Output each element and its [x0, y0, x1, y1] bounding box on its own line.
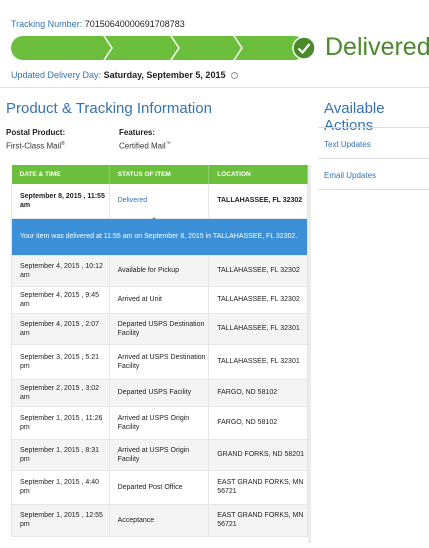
- postal-product-value: First-Class Mail®: [6, 141, 65, 151]
- action-divider: [318, 127, 429, 128]
- text-updates-link[interactable]: Text Updates: [324, 140, 371, 149]
- header-location: LOCATION: [208, 165, 308, 184]
- row-date: September 4, 2015 , 9:45 am: [11, 286, 110, 314]
- table-row[interactable]: September 1, 2015 , 11:26 pm Arrived at U…: [11, 406, 308, 440]
- header-date-time: DATE & TIME: [11, 165, 110, 184]
- progress-fill: [11, 36, 306, 60]
- row-status: Arrived at USPS Origin Facility: [109, 406, 210, 440]
- banner-pointer: [149, 217, 159, 223]
- table-row[interactable]: September 1, 2015 , 12:55 pm Acceptance EA…: [11, 504, 308, 537]
- table-row[interactable]: September 4, 2015 , 9:45 am Arrived at Un…: [11, 286, 308, 314]
- header-status: STATUS OF ITEM: [109, 165, 210, 184]
- row-status: Delivered: [109, 184, 210, 219]
- delivery-status-text: Delivered: [325, 33, 429, 61]
- updated-delivery-day: Updated Delivery Day: Saturday, Septembe…: [11, 70, 238, 80]
- chevron-right-icon: [170, 36, 180, 60]
- row-location: EAST GRAND FORKS, MN 56721: [208, 504, 308, 537]
- table-row[interactable]: September 4, 2015 , 10:12 am Available fo…: [11, 255, 308, 287]
- row-date: September 1, 2015 , 8:31 pm: [11, 439, 110, 471]
- delivery-details-banner: Your item was delivered at 11:55 am on S…: [11, 218, 308, 256]
- postal-product: Postal Product: First-Class Mail®: [6, 128, 65, 151]
- row-location: TALLAHASSEE, FL 32302: [208, 184, 308, 219]
- row-status: Departed USPS Destination Facility: [109, 313, 210, 345]
- postal-product-label: Postal Product:: [6, 128, 66, 137]
- row-date: September 1, 2015 , 12:55 pm: [11, 504, 110, 537]
- features: Features: Certified Mail™: [119, 128, 171, 151]
- row-status: Arrived at Unit: [109, 286, 210, 314]
- delivery-progress-bar: [11, 36, 316, 60]
- row-date: September 1, 2015 , 11:26 pm: [11, 406, 110, 440]
- tracking-number-value: 70150640000691708783: [84, 19, 185, 29]
- updated-delivery-value: Saturday, September 5, 2015: [103, 70, 226, 80]
- table-row[interactable]: September 2, 2015 , 3:02 am Departed USPS…: [11, 379, 308, 407]
- action-divider: [318, 189, 429, 190]
- row-status: Arrived at USPS Origin Facility: [109, 439, 210, 471]
- row-date: September 1, 2015 , 4:40 pm: [11, 470, 110, 505]
- row-date: September 8, 2015 , 11:55 am: [11, 184, 110, 219]
- row-location: TALLAHASSEE, FL 32301: [208, 313, 308, 345]
- features-label: Features:: [119, 128, 156, 137]
- row-location: TALLAHASSEE, FL 32301: [208, 344, 308, 380]
- row-date: September 3, 2015 , 5:21 pm: [11, 344, 110, 380]
- row-location: GRAND FORKS, ND 58201: [208, 439, 308, 471]
- row-date: September 4, 2015 , 10:12 am: [11, 255, 110, 287]
- table-row-latest[interactable]: September 8, 2015 , 11:55 am Delivered T…: [11, 184, 308, 219]
- row-status: Departed Post Office: [109, 470, 210, 505]
- table-row[interactable]: September 1, 2015 , 8:31 pm Arrived at US…: [11, 439, 308, 471]
- section-title: Product & Tracking Information: [6, 100, 212, 117]
- banner-text: Your item was delivered at 11:55 am on S…: [11, 218, 308, 256]
- tracking-number-label: Tracking Number:: [11, 19, 83, 29]
- chevron-right-icon: [233, 36, 243, 60]
- action-divider: [318, 158, 429, 159]
- table-row[interactable]: September 1, 2015 , 4:40 pm Departed Post…: [11, 470, 308, 505]
- available-actions-title: Available Actions: [324, 100, 385, 134]
- table-header-row: DATE & TIME STATUS OF ITEM LOCATION: [11, 165, 308, 184]
- features-value: Certified Mail™: [119, 141, 171, 151]
- table-row[interactable]: September 4, 2015 , 2:07 am Departed USPS…: [11, 313, 308, 345]
- email-updates-link[interactable]: Email Updates: [324, 171, 376, 180]
- row-location: FARGO, ND 58102: [208, 379, 308, 407]
- row-location: TALLAHASSEE, FL 32302: [208, 286, 308, 314]
- table-row[interactable]: September 3, 2015 , 5:21 pm Arrived at US…: [11, 344, 308, 380]
- updated-delivery-label: Updated Delivery Day:: [11, 70, 102, 80]
- row-date: September 4, 2015 , 2:07 am: [11, 313, 110, 345]
- tracking-history-table: DATE & TIME STATUS OF ITEM LOCATION Sept…: [11, 165, 308, 537]
- row-status: Available for Pickup: [109, 255, 210, 287]
- tracking-number-row: Tracking Number: 70150640000691708783: [11, 19, 185, 29]
- row-location: FARGO, ND 58102: [208, 406, 308, 440]
- chevron-right-icon: [103, 36, 113, 60]
- check-circle-icon: [292, 36, 316, 60]
- row-status: Acceptance: [109, 504, 210, 537]
- row-location: TALLAHASSEE, FL 32302: [208, 255, 308, 287]
- row-location: EAST GRAND FORKS, MN 56721: [208, 470, 308, 505]
- row-status: Departed USPS Facility: [109, 379, 210, 407]
- info-icon[interactable]: ?: [230, 72, 238, 80]
- row-date: September 2, 2015 , 3:02 am: [11, 379, 110, 407]
- divider: [0, 87, 429, 88]
- row-status: Arrived at USPS Destination Facility: [109, 344, 210, 380]
- table-shadow: [308, 165, 311, 543]
